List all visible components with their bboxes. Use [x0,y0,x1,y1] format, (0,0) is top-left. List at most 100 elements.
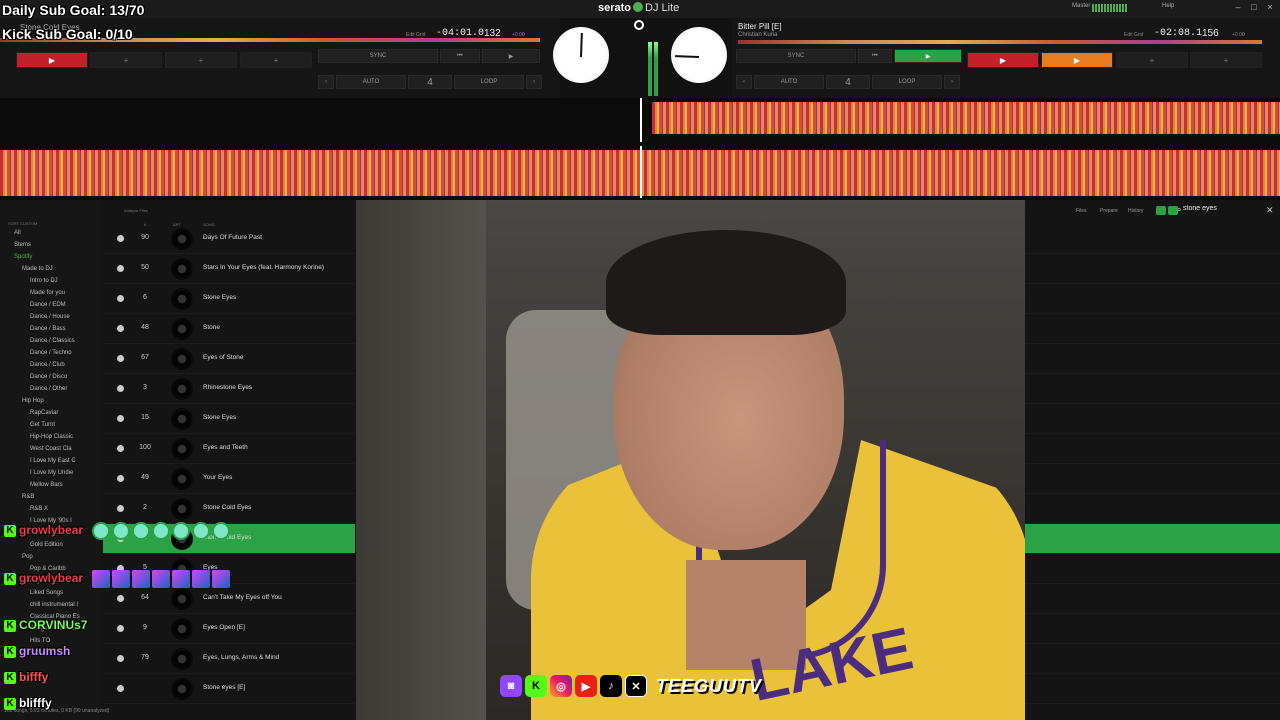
deck-right-cue-3[interactable]: + [1116,52,1188,68]
sidebar-item[interactable]: chill instrumental I [30,602,78,608]
search-input[interactable]: stone eyes [1183,205,1265,216]
track-row[interactable]: 100 Eyes and Teeth [103,434,355,464]
right-panel-row[interactable] [1025,434,1280,464]
sidebar-item[interactable]: Dance / House [30,314,70,320]
sidebar-item[interactable]: Get Turnt [30,422,55,428]
right-panel-row[interactable] [1025,374,1280,404]
sidebar-item[interactable]: Dance / Bass [30,326,66,332]
deck-right-cue-4[interactable]: + [1190,52,1262,68]
track-row[interactable]: 64 Can't Take My Eyes off You [103,584,355,614]
sidebar-item[interactable]: Mellow Bars [30,482,63,488]
sidebar-item[interactable]: Stems [14,242,31,248]
deck-right-cue-2[interactable]: ▶ [1041,52,1113,68]
deck-left-platter[interactable] [553,27,609,83]
help-menu[interactable]: Help [1162,3,1174,9]
sidebar-item[interactable]: Gold Edition [30,542,63,548]
deck-left-sync-button[interactable]: SYNC [318,49,438,63]
right-panel-row[interactable] [1025,554,1280,584]
deck-right-edit-grid[interactable]: Edit Grid [1124,32,1143,38]
maximize-icon[interactable]: □ [1249,2,1259,12]
deck-left-play-icon[interactable]: ▶ [482,49,540,63]
sidebar-item[interactable]: Pop [22,554,33,560]
track-row[interactable]: 6 Stone Eyes [103,284,355,314]
right-panel-row[interactable] [1025,314,1280,344]
sidebar-item[interactable]: Hip Hop [22,398,44,404]
deck-right-play-icon[interactable]: ▶ [894,49,962,63]
right-panel-row[interactable] [1025,644,1280,674]
right-panel-row[interactable] [1025,584,1280,614]
deck-left-beats[interactable]: 4 [408,75,452,89]
deck-left-auto-button[interactable]: AUTO [336,75,406,89]
deck-left-cue-2[interactable]: + [90,52,162,68]
sidebar-item[interactable]: Dance / Techno [30,350,72,356]
deck-right-overview[interactable] [738,40,1262,44]
right-panel-row[interactable] [1025,224,1280,254]
analyze-files-button[interactable]: Analyze Files [124,208,148,213]
sidebar-item[interactable]: RapCaviar [30,410,58,416]
deck-left-loop-button[interactable]: LOOP [454,75,524,89]
track-row[interactable]: 15 Stone Eyes [103,404,355,434]
sidebar-item[interactable]: Intro to DJ [30,278,58,284]
sidebar-item[interactable]: I Love My Undie [30,470,73,476]
track-row[interactable]: 79 Eyes, Lungs, Arms & Mind [103,644,355,674]
right-panel-row[interactable] [1025,494,1280,524]
sidebar-item[interactable]: Dance / Classics [30,338,75,344]
deck-left-loop-prev-icon[interactable]: ‹ [318,75,334,89]
minimize-icon[interactable]: – [1233,2,1243,12]
deck-right-prev-icon[interactable]: ⏮ [858,49,892,63]
waveform-area[interactable] [0,98,1280,200]
deck-right-auto-button[interactable]: AUTO [754,75,824,89]
deck-right-loop-next-icon[interactable]: › [944,75,960,89]
right-panel-row[interactable] [1025,614,1280,644]
right-panel-row[interactable] [1025,254,1280,284]
right-panel-row[interactable] [1025,674,1280,704]
stems-toggle-icon[interactable] [1156,206,1166,215]
deck-right-sync-button[interactable]: SYNC [736,49,856,63]
tab-history[interactable]: History [1128,208,1144,214]
sidebar-item[interactable]: Dance / Other [30,386,67,392]
sidebar-item[interactable]: All [14,230,21,236]
tab-prepare[interactable]: Prepare [1100,208,1118,214]
sidebar-item[interactable]: Dance / EDM [30,302,66,308]
deck-left-cue-4[interactable]: + [240,52,312,68]
right-panel-row[interactable] [1025,404,1280,434]
track-row[interactable]: 67 Eyes of Stone [103,344,355,374]
deck-left-play-button[interactable]: ▶ [16,52,88,68]
deck-right-platter[interactable] [671,27,727,83]
sort-label[interactable]: SORT CUSTOM [8,221,37,226]
deck-left-edit-grid[interactable]: Edit Grid [406,32,425,38]
sidebar-item[interactable]: Hip-Hop Classic [30,434,73,440]
sidebar-item[interactable]: R&B X [30,506,48,512]
track-row[interactable]: 90 Days Of Future Past [103,224,355,254]
deck-right-cue-1[interactable]: ▶ [967,52,1039,68]
track-row[interactable]: 48 Stone [103,314,355,344]
sidebar-item[interactable]: Made for you [30,290,65,296]
sidebar-item[interactable]: West Coast Cla [30,446,72,452]
track-row[interactable]: 9 Eyes Open [E] [103,614,355,644]
sidebar-item[interactable]: I Love My East C [30,458,76,464]
sidebar-item[interactable]: Spotify [14,254,32,260]
tab-files[interactable]: Files [1076,208,1087,214]
right-panel-row[interactable] [1025,464,1280,494]
deck-right-loop-prev-icon[interactable]: ‹ [736,75,752,89]
sidebar-item[interactable]: Liked Songs [30,590,63,596]
track-row[interactable]: 2 Stone Cold Eyes [103,494,355,524]
search-clear-icon[interactable]: ✕ [1266,205,1274,216]
sidebar-item[interactable]: Made to DJ [22,266,53,272]
deck-right-loop-button[interactable]: LOOP [872,75,942,89]
sidebar-item[interactable]: R&B [22,494,34,500]
deck-left-cue-3[interactable]: + [165,52,237,68]
sidebar-item[interactable]: Dance / Club [30,362,65,368]
deck-left-loop-next-icon[interactable]: › [526,75,542,89]
track-row[interactable]: Stone eyes [E] [103,674,355,704]
deck-right-beats[interactable]: 4 [826,75,870,89]
right-panel-row[interactable] [1025,344,1280,374]
close-icon[interactable]: × [1265,2,1275,12]
track-row[interactable]: 50 Stars In Your Eyes (feat. Harmony Kori… [103,254,355,284]
right-panel-row[interactable] [1025,284,1280,314]
track-row[interactable]: 49 Your Eyes [103,464,355,494]
deck-left-prev-icon[interactable]: ⏮ [440,49,480,63]
waveform-right-deck[interactable] [652,102,1280,134]
right-panel-row[interactable] [1025,524,1280,554]
sync-left-icon[interactable] [634,20,644,30]
